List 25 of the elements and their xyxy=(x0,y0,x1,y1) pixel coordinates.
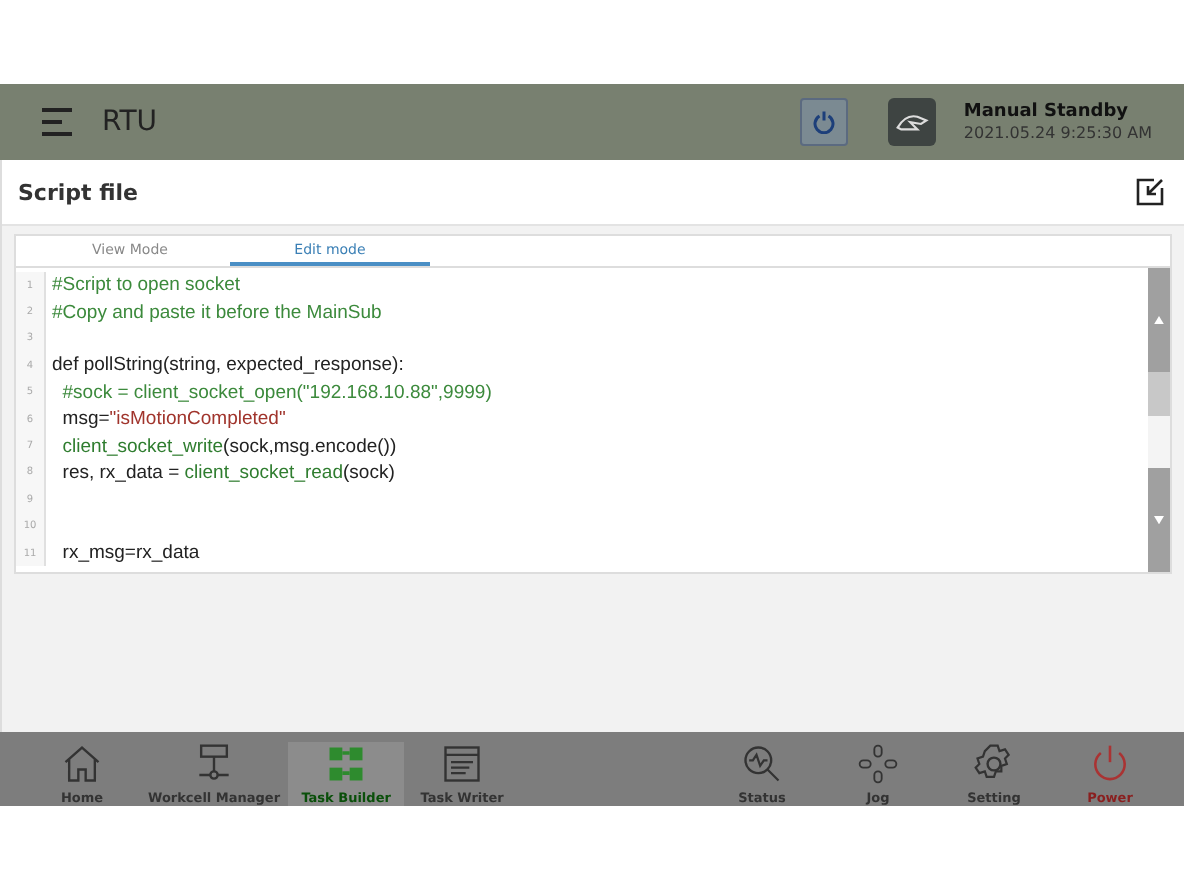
minimize-icon[interactable] xyxy=(1136,178,1164,206)
robot-status: Manual Standby xyxy=(963,102,1131,122)
power-icon xyxy=(1088,742,1132,786)
menu-icon[interactable] xyxy=(40,106,74,138)
code-line: client_socket_write(sock,msg.encode()) xyxy=(60,435,397,458)
robot-status-button[interactable] xyxy=(887,98,936,146)
grid-blocks-icon xyxy=(324,742,369,786)
code-line: msg="isMotionCompleted" xyxy=(60,408,286,431)
document-icon xyxy=(440,742,485,786)
code-line: def pollString(string, expected_response): xyxy=(50,354,404,377)
code-line: #Script to open socket xyxy=(50,274,240,297)
scroll-thumb[interactable] xyxy=(1148,372,1170,416)
code-line: #Copy and paste it before the MainSub xyxy=(50,301,382,324)
down-arrow-icon xyxy=(1154,515,1164,525)
house-icon xyxy=(60,742,104,786)
code-line: #sock = client_socket_open("192.168.10.88",9999) xyxy=(60,381,492,404)
timestamp: 2021.05.24 9:25:30 AM xyxy=(963,124,1152,142)
code-line: res, rx_data = client_socket_read(sock) xyxy=(60,461,395,484)
sync-button[interactable] xyxy=(799,98,848,146)
code-line: rx_msg=rx_data xyxy=(60,542,200,565)
app-title: RTU xyxy=(102,106,160,138)
panel-title: Script file xyxy=(18,179,138,205)
up-arrow-icon xyxy=(1154,315,1164,325)
directional-pad-icon xyxy=(856,742,900,786)
magnifier-pulse-icon xyxy=(740,742,784,786)
